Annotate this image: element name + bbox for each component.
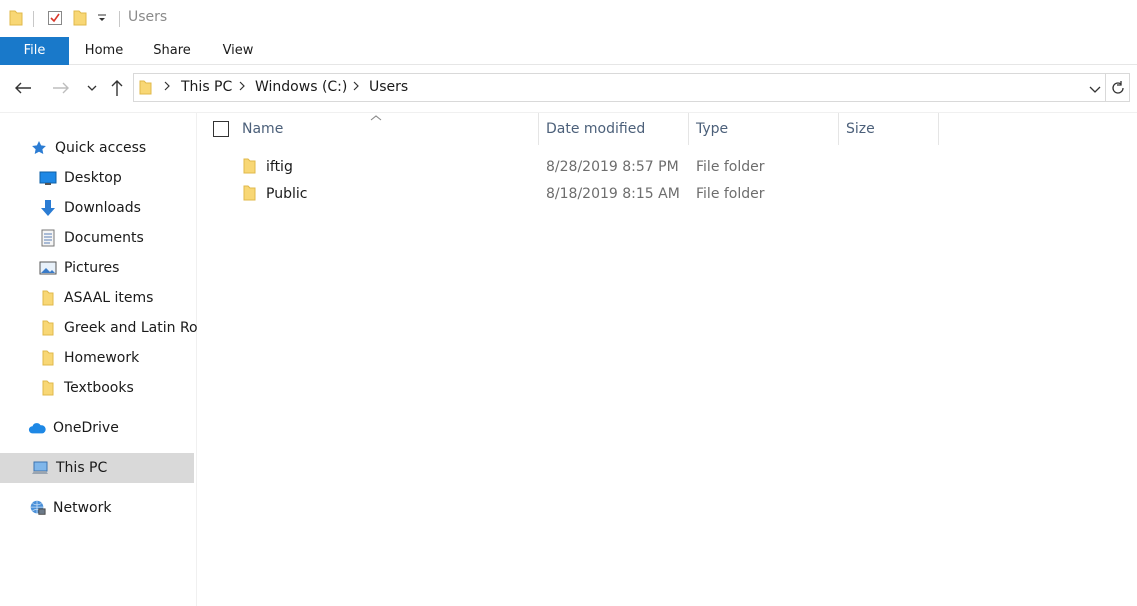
- sidebar-item-pictures[interactable]: Pictures: [39, 253, 197, 283]
- folder-icon: [243, 158, 257, 178]
- folder-icon: [39, 349, 57, 367]
- column-separator[interactable]: [688, 113, 689, 145]
- sidebar-item-desktop[interactable]: Desktop: [39, 163, 197, 193]
- up-arrow-icon: [111, 80, 123, 96]
- sidebar-item-label: Downloads: [64, 200, 141, 216]
- folder-icon[interactable]: [9, 10, 23, 26]
- sidebar-item-label: Homework: [64, 350, 140, 366]
- title-separator: [119, 11, 120, 27]
- sidebar-item-label: OneDrive: [53, 420, 119, 436]
- address-dropdown-icon[interactable]: [1089, 82, 1101, 98]
- download-arrow-icon: [39, 199, 57, 217]
- customize-quick-access-dropdown-icon[interactable]: [97, 13, 107, 23]
- ribbon-tabs: File Home Share View: [0, 37, 1137, 65]
- sidebar-item-label: Quick access: [55, 140, 147, 156]
- breadcrumb-this-pc[interactable]: This PC: [181, 79, 232, 95]
- select-all-checkbox[interactable]: [213, 121, 229, 137]
- sidebar-item-label: ASAAL items: [64, 290, 154, 306]
- network-icon: [28, 499, 46, 517]
- column-header-size[interactable]: Size: [846, 113, 936, 145]
- title-bar: Users: [0, 0, 1137, 37]
- desktop-icon: [39, 169, 57, 187]
- file-type: File folder: [696, 186, 765, 202]
- sidebar-item-label: Pictures: [64, 260, 120, 276]
- star-icon: [30, 139, 48, 157]
- sidebar-item-homework[interactable]: Homework: [39, 343, 197, 373]
- folder-icon: [139, 80, 152, 99]
- navigation-pane: Quick access Desktop Downloads Documents: [0, 113, 197, 606]
- title-separator: [33, 11, 34, 27]
- column-separator[interactable]: [938, 113, 939, 145]
- folder-icon: [39, 319, 57, 337]
- file-name[interactable]: iftig: [266, 159, 293, 175]
- sidebar-item-this-pc[interactable]: This PC: [0, 453, 194, 483]
- refresh-button[interactable]: [1106, 73, 1130, 102]
- sidebar-item-quick-access[interactable]: Quick access: [30, 133, 190, 163]
- chevron-right-icon[interactable]: [352, 79, 360, 97]
- document-icon: [39, 229, 57, 247]
- refresh-icon: [1111, 80, 1124, 94]
- file-type: File folder: [696, 159, 765, 175]
- address-bar[interactable]: This PC Windows (C:) Users: [133, 73, 1106, 102]
- sidebar-item-documents[interactable]: Documents: [39, 223, 197, 253]
- sidebar-item-onedrive[interactable]: OneDrive: [28, 413, 188, 443]
- chevron-down-icon: [87, 85, 97, 91]
- column-header-date-modified[interactable]: Date modified: [546, 113, 686, 145]
- tab-file[interactable]: File: [0, 37, 69, 65]
- sidebar-item-network[interactable]: Network: [28, 493, 188, 523]
- column-separator[interactable]: [838, 113, 839, 145]
- breadcrumb-users[interactable]: Users: [369, 79, 408, 95]
- sidebar-item-label: Textbooks: [64, 380, 134, 396]
- chevron-right-icon[interactable]: [163, 79, 171, 97]
- sidebar-item-downloads[interactable]: Downloads: [39, 193, 197, 223]
- folder-icon: [39, 379, 57, 397]
- forward-button[interactable]: [49, 76, 73, 100]
- sidebar-item-label: Documents: [64, 230, 144, 246]
- sidebar-item-label: Network: [53, 500, 112, 516]
- file-date-modified: 8/28/2019 8:57 PM: [546, 159, 679, 175]
- sidebar-item-label: This PC: [56, 460, 108, 476]
- tab-view[interactable]: View: [212, 37, 264, 65]
- column-header-type[interactable]: Type: [696, 113, 836, 145]
- forward-arrow-icon: [53, 82, 69, 94]
- sidebar-item-asaal-items[interactable]: ASAAL items: [39, 283, 197, 313]
- breadcrumb-windows-c[interactable]: Windows (C:): [255, 79, 347, 95]
- file-name[interactable]: Public: [266, 186, 307, 202]
- window-title: Users: [128, 9, 168, 25]
- file-row[interactable]: Public 8/18/2019 8:15 AM File folder: [236, 181, 836, 208]
- folder-icon: [243, 185, 257, 205]
- sidebar-item-label: Greek and Latin Roo: [64, 320, 197, 336]
- back-button[interactable]: [11, 76, 35, 100]
- chevron-right-icon[interactable]: [238, 79, 246, 97]
- new-folder-icon[interactable]: [73, 10, 87, 26]
- tab-share[interactable]: Share: [144, 37, 200, 65]
- cloud-icon: [28, 419, 46, 437]
- recent-locations-button[interactable]: [80, 76, 104, 100]
- properties-check-icon[interactable]: [47, 10, 63, 26]
- file-row[interactable]: iftig 8/28/2019 8:57 PM File folder: [236, 154, 836, 181]
- tab-home[interactable]: Home: [76, 37, 132, 65]
- file-date-modified: 8/18/2019 8:15 AM: [546, 186, 680, 202]
- computer-icon: [31, 459, 49, 477]
- sidebar-item-textbooks[interactable]: Textbooks: [39, 373, 197, 403]
- sidebar-item-label: Desktop: [64, 170, 122, 186]
- up-button[interactable]: [105, 76, 129, 100]
- column-separator[interactable]: [538, 113, 539, 145]
- column-header-name[interactable]: Name: [242, 113, 536, 145]
- sidebar-item-greek-and-latin-roots[interactable]: Greek and Latin Roo: [39, 313, 197, 343]
- back-arrow-icon: [15, 82, 31, 94]
- folder-icon: [39, 289, 57, 307]
- pictures-icon: [39, 259, 57, 277]
